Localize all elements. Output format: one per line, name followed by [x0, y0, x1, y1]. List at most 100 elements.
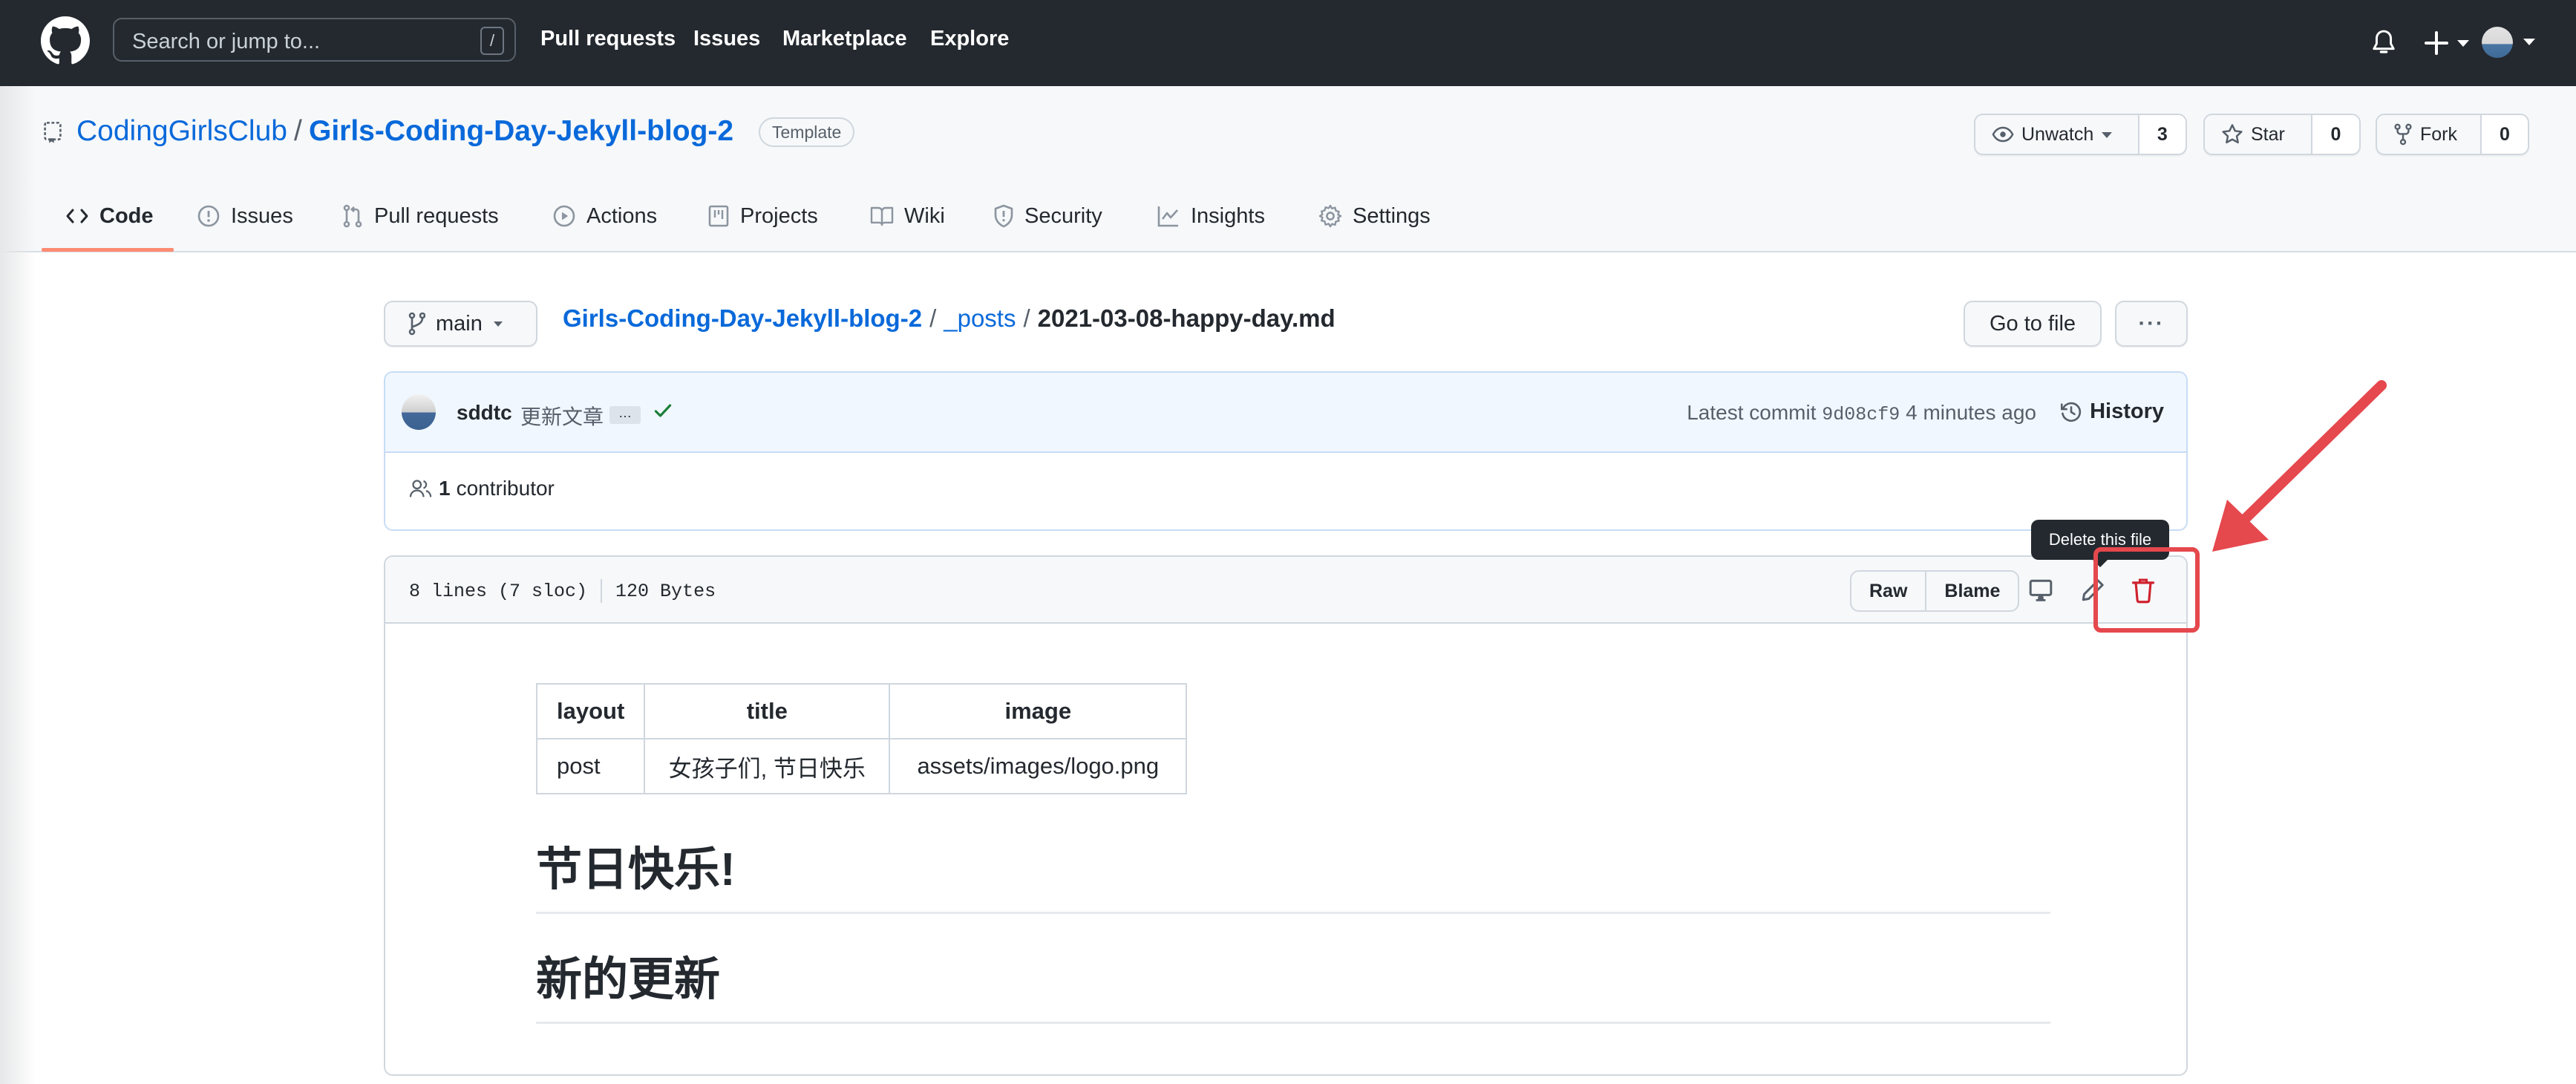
commit-sha-link[interactable]: 9d08cf9 [1822, 404, 1900, 425]
file-lines: 8 lines (7 sloc) [409, 580, 588, 602]
tab-security[interactable]: Security [993, 200, 1102, 232]
raw-button[interactable]: Raw [1851, 572, 1925, 610]
file-viewer: 8 lines (7 sloc) 120 Bytes Raw Blame lay… [384, 555, 2188, 1076]
star-label: Star [2251, 123, 2285, 145]
contributors-count: 1 [439, 477, 451, 500]
tab-label: Pull requests [374, 203, 499, 228]
table-cell: 女孩子们, 节日快乐 [644, 738, 891, 794]
tab-issues[interactable]: Issues [197, 200, 293, 232]
latest-commit-label: Latest commit [1687, 401, 1817, 424]
tab-code[interactable]: Code [65, 200, 154, 232]
file-info: 8 lines (7 sloc) 120 Bytes [409, 579, 716, 603]
graph-icon [1157, 206, 1178, 227]
unwatch-button[interactable]: Unwatch [1975, 115, 2138, 154]
tab-settings[interactable]: Settings [1318, 200, 1431, 232]
nav-issues[interactable]: Issues [693, 27, 760, 51]
file-header: 8 lines (7 sloc) 120 Bytes Raw Blame [385, 557, 2186, 624]
code-icon [66, 209, 88, 223]
tab-label: Wiki [904, 203, 945, 228]
branch-selector[interactable]: main [384, 301, 537, 347]
more-options-button[interactable]: ··· [2115, 301, 2188, 347]
repo-name-link[interactable]: Girls-Coding-Day-Jekyll-blog-2 [309, 115, 733, 148]
repo-template-icon [44, 122, 62, 143]
unwatch-label: Unwatch [2021, 123, 2094, 145]
shield-icon [994, 204, 1013, 228]
commit-author[interactable]: sddtc [457, 401, 512, 425]
expand-commit-message-button[interactable]: … [609, 406, 641, 424]
branch-icon [408, 312, 425, 336]
people-icon [409, 480, 432, 497]
history-label: History [2090, 399, 2164, 423]
go-to-file-button[interactable]: Go to file [1964, 301, 2102, 347]
commit-header: sddtc 更新文章 … Latest commit 9d08cf9 4 min… [385, 373, 2186, 453]
tab-label: Insights [1191, 203, 1265, 228]
stars-count[interactable]: 0 [2310, 115, 2359, 154]
issue-icon [197, 205, 220, 227]
search-placeholder: Search or jump to... [132, 30, 321, 53]
create-new-button[interactable] [2422, 28, 2481, 58]
desktop-icon[interactable] [2028, 578, 2053, 603]
nav-marketplace[interactable]: Marketplace [782, 27, 907, 51]
chevron-down-icon [2102, 132, 2113, 138]
tab-projects[interactable]: Projects [707, 200, 818, 232]
nav-explore[interactable]: Explore [930, 27, 1009, 51]
user-menu-button[interactable] [2482, 27, 2556, 59]
tab-actions[interactable]: Actions [552, 200, 657, 232]
search-input[interactable]: Search or jump to... / [113, 18, 516, 62]
active-tab-indicator [42, 248, 174, 252]
tab-wiki[interactable]: Wiki [870, 200, 945, 232]
search-shortcut-key: / [480, 27, 504, 55]
latest-commit-info: Latest commit 9d08cf9 4 minutes ago [1687, 401, 2036, 425]
breadcrumb-folder-link[interactable]: _posts [944, 304, 1016, 333]
repo-path-separator: / [294, 115, 302, 147]
template-badge: Template [759, 117, 855, 147]
fork-button[interactable]: Fork [2377, 115, 2480, 154]
star-button[interactable]: Star [2205, 115, 2311, 154]
history-icon [2061, 402, 2082, 422]
chevron-down-icon [493, 321, 503, 327]
contributors-link[interactable]: 1 contributor [409, 477, 555, 500]
eye-icon [1992, 126, 2014, 143]
gear-icon [1318, 204, 1342, 228]
plus-icon [2425, 31, 2469, 55]
table-cell: assets/images/logo.png [889, 738, 1188, 794]
nav-pull-requests[interactable]: Pull requests [540, 27, 676, 51]
forks-count[interactable]: 0 [2479, 115, 2528, 154]
user-avatar [2482, 27, 2513, 58]
tab-pull-requests[interactable]: Pull requests [341, 200, 499, 232]
commit-time: 4 minutes ago [1906, 401, 2036, 424]
latest-commit-box: sddtc 更新文章 … Latest commit 9d08cf9 4 min… [384, 371, 2188, 531]
tab-label: Code [99, 203, 154, 228]
tab-label: Security [1024, 203, 1102, 228]
tab-label: Projects [740, 203, 818, 228]
book-icon [870, 206, 894, 226]
bell-icon[interactable] [2371, 28, 2396, 58]
commit-message[interactable]: 更新文章 [520, 401, 604, 431]
table-row: post 女孩子们, 节日快乐 assets/images/logo.png [535, 738, 1188, 794]
author-avatar[interactable] [402, 394, 436, 430]
global-header: Search or jump to... / Pull requests Iss… [0, 0, 2576, 86]
markdown-heading-2: 新的更新 [536, 941, 2050, 1024]
github-logo-icon[interactable] [41, 16, 90, 65]
front-matter-table: layout title image post 女孩子们, 节日快乐 asset… [535, 683, 1188, 794]
repo-owner-link[interactable]: CodingGirlsClub [76, 115, 287, 148]
watch-button-group: Unwatch 3 [1974, 114, 2187, 155]
markdown-heading-1: 节日快乐! [536, 832, 2050, 914]
tab-insights[interactable]: Insights [1157, 200, 1265, 232]
fork-icon [2394, 123, 2412, 146]
table-cell: post [535, 738, 646, 794]
annotation-arrow-icon [2212, 380, 2387, 552]
branch-name: main [436, 311, 483, 336]
file-info-divider [601, 579, 603, 603]
blame-button[interactable]: Blame [1925, 572, 2018, 610]
star-icon [2222, 124, 2243, 144]
tab-label: Settings [1353, 203, 1431, 228]
watchers-count[interactable]: 3 [2137, 115, 2186, 154]
table-header-cell: title [644, 683, 891, 739]
check-icon[interactable] [653, 399, 673, 422]
history-link[interactable]: History [2060, 399, 2164, 424]
project-icon [708, 205, 729, 227]
contributors-label: contributor [456, 477, 555, 500]
breadcrumb-repo-link[interactable]: Girls-Coding-Day-Jekyll-blog-2 [563, 304, 922, 333]
star-button-group: Star 0 [2203, 114, 2361, 155]
